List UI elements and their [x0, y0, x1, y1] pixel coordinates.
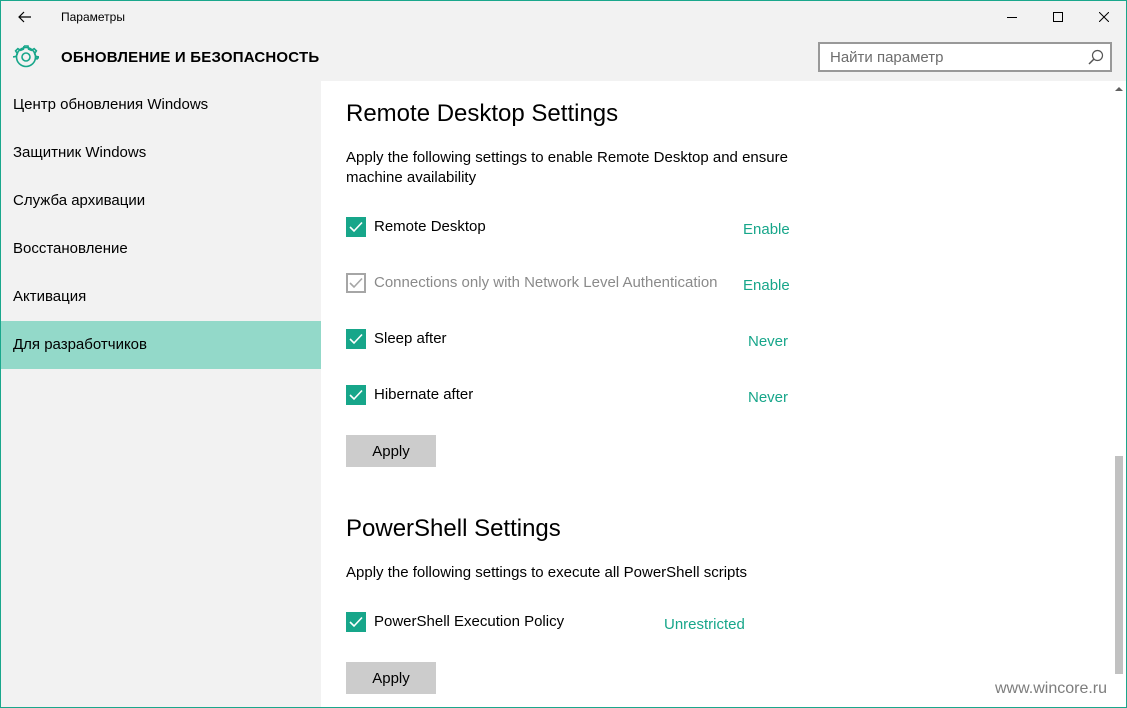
- checkmark-icon: [349, 277, 363, 289]
- remote-desktop-checkbox[interactable]: [346, 217, 366, 237]
- search-icon[interactable]: [1088, 49, 1104, 65]
- sidebar-item-activation[interactable]: Активация: [1, 273, 321, 321]
- minimize-button[interactable]: [989, 1, 1035, 33]
- sidebar-nav: Центр обновления Windows Защитник Window…: [1, 81, 321, 707]
- settings-window: Параметры ОБНОВЛЕНИЕ И БЕЗОПАСНОСТЬ Найт…: [0, 0, 1127, 708]
- setting-label: Remote Desktop: [374, 218, 486, 235]
- checkmark-icon: [349, 333, 363, 345]
- powershell-execution-policy-value-link[interactable]: Unrestricted: [664, 616, 745, 633]
- checkmark-icon: [349, 221, 363, 233]
- powershell-description: Apply the following settings to execute …: [346, 564, 748, 581]
- hibernate-after-checkbox[interactable]: [346, 385, 366, 405]
- sidebar-item-for-developers[interactable]: Для разработчиков: [1, 321, 321, 369]
- sidebar-item-backup[interactable]: Служба архивации: [1, 177, 321, 225]
- setting-label: Connections only with Network Level Auth…: [374, 274, 718, 291]
- checkmark-icon: [349, 389, 363, 401]
- nla-checkbox[interactable]: [346, 273, 366, 293]
- minimize-icon: [1007, 17, 1017, 18]
- remote-desktop-description: Apply the following settings to enable R…: [346, 149, 788, 186]
- title-bar: Параметры: [1, 1, 1126, 33]
- maximize-icon: [1053, 12, 1063, 22]
- nla-value-link[interactable]: Enable: [743, 277, 790, 294]
- checkmark-icon: [349, 616, 363, 628]
- hibernate-after-value-link[interactable]: Never: [748, 389, 788, 406]
- sidebar-item-recovery[interactable]: Восстановление: [1, 225, 321, 273]
- page-header: ОБНОВЛЕНИЕ И БЕЗОПАСНОСТЬ: [1, 33, 1126, 81]
- sidebar-item-windows-defender[interactable]: Защитник Windows: [1, 129, 321, 177]
- sidebar-item-label: Служба архивации: [13, 192, 146, 209]
- sidebar-item-windows-update[interactable]: Центр обновления Windows: [1, 81, 321, 129]
- back-button[interactable]: [11, 5, 39, 29]
- close-button[interactable]: [1081, 1, 1126, 33]
- setting-label: Hibernate after: [374, 386, 474, 403]
- powershell-title: PowerShell Settings: [346, 515, 561, 542]
- search-box[interactable]: [818, 42, 1112, 72]
- watermark: www.wincore.ru: [995, 680, 1108, 697]
- sidebar-item-label: Для разработчиков: [13, 336, 147, 353]
- search-input[interactable]: [820, 44, 1090, 70]
- scrollbar-thumb[interactable]: [1115, 456, 1123, 674]
- setting-label: Sleep after: [374, 330, 447, 347]
- main-content: Remote Desktop Settings Apply the follow…: [321, 81, 1126, 707]
- sidebar-item-label: Центр обновления Windows: [13, 96, 209, 113]
- sidebar-item-label: Восстановление: [13, 240, 128, 257]
- app-title: Параметры: [61, 10, 125, 24]
- powershell-apply-button[interactable]: Apply: [346, 662, 436, 694]
- section-title: ОБНОВЛЕНИЕ И БЕЗОПАСНОСТЬ: [61, 49, 320, 66]
- remote-desktop-value-link[interactable]: Enable: [743, 221, 790, 238]
- sidebar-item-label: Активация: [13, 288, 87, 305]
- sleep-after-value-link[interactable]: Never: [748, 333, 788, 350]
- maximize-button[interactable]: [1035, 1, 1081, 33]
- arrow-left-icon: [18, 11, 31, 23]
- setting-label: PowerShell Execution Policy: [374, 613, 565, 630]
- sidebar-item-label: Защитник Windows: [13, 144, 147, 161]
- remote-desktop-title: Remote Desktop Settings: [346, 100, 619, 127]
- sleep-after-checkbox[interactable]: [346, 329, 366, 349]
- remote-desktop-apply-button[interactable]: Apply: [346, 435, 436, 467]
- gear-icon: [13, 45, 39, 68]
- scroll-up-icon[interactable]: [1115, 85, 1123, 93]
- close-icon: [1099, 12, 1109, 22]
- powershell-execution-policy-checkbox[interactable]: [346, 612, 366, 632]
